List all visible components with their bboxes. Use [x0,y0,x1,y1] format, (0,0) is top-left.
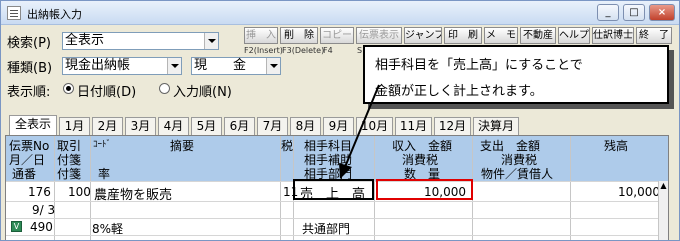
callout-arrow [339,84,380,179]
counter-account-highlight [293,179,374,200]
cash-book-window: 出納帳入力 _ □ × 検索(P) 全表示 挿 入 削 除 コピー 伝票表示 ジ… [0,0,680,241]
income-amount-highlight [376,179,473,200]
